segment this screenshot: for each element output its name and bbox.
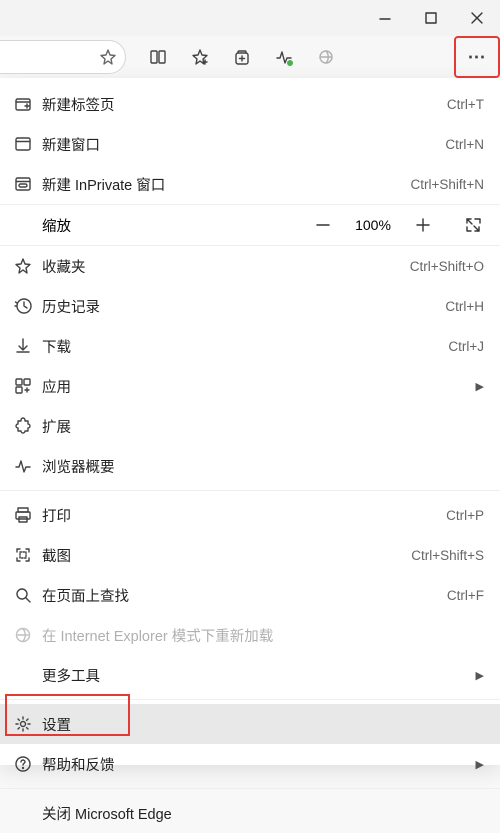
history-label: 历史记录 <box>42 296 445 317</box>
new-inprivate-label: 新建 InPrivate 窗口 <box>42 174 410 195</box>
maximize-icon <box>422 9 440 27</box>
performance-icon <box>275 48 293 66</box>
apps-label: 应用 <box>42 376 468 397</box>
find-shortcut: Ctrl+F <box>447 588 484 603</box>
new-tab-shortcut: Ctrl+T <box>447 97 484 112</box>
downloads-item[interactable]: 下载 Ctrl+J <box>0 326 500 366</box>
plus-icon <box>414 216 432 234</box>
browser-essentials-item[interactable]: 浏览器概要 <box>0 446 500 486</box>
chevron-right-icon: ▶ <box>476 380 484 393</box>
favorites-toolbar-button[interactable] <box>180 39 220 75</box>
gear-icon <box>14 715 32 733</box>
apps-icon <box>14 377 32 395</box>
menu-separator <box>0 490 500 491</box>
new-tab-icon <box>14 95 32 113</box>
favorites-toolbar-icon <box>191 48 209 66</box>
settings-label: 设置 <box>42 714 484 735</box>
split-screen-button[interactable] <box>138 39 178 75</box>
heartbeat-icon <box>14 457 32 475</box>
new-window-icon <box>14 135 32 153</box>
zoom-in-button[interactable] <box>412 214 434 236</box>
settings-item[interactable]: 设置 <box>0 704 500 744</box>
menu-separator <box>0 699 500 700</box>
collections-icon <box>233 48 251 66</box>
history-item[interactable]: 历史记录 Ctrl+H <box>0 286 500 326</box>
close-edge-item[interactable]: 关闭 Microsoft Edge <box>0 793 500 833</box>
screenshot-shortcut: Ctrl+Shift+S <box>411 548 484 563</box>
extensions-item[interactable]: 扩展 <box>0 406 500 446</box>
find-label: 在页面上查找 <box>42 585 447 606</box>
ie-reload-label: 在 Internet Explorer 模式下重新加载 <box>42 625 484 646</box>
find-icon <box>14 586 32 604</box>
more-tools-item[interactable]: 更多工具 ▶ <box>0 655 500 695</box>
help-item[interactable]: 帮助和反馈 ▶ <box>0 744 500 784</box>
minimize-button[interactable] <box>362 0 408 36</box>
new-tab-item[interactable]: 新建标签页 Ctrl+T <box>0 84 500 124</box>
history-icon <box>14 297 32 315</box>
close-window-button[interactable] <box>454 0 500 36</box>
star-icon[interactable] <box>99 48 117 66</box>
new-inprivate-item[interactable]: 新建 InPrivate 窗口 Ctrl+Shift+N <box>0 164 500 204</box>
window-titlebar <box>0 0 500 36</box>
print-label: 打印 <box>42 505 446 526</box>
address-bar[interactable] <box>0 40 126 74</box>
chevron-right-icon: ▶ <box>476 669 484 682</box>
favorites-label: 收藏夹 <box>42 256 410 277</box>
screenshot-icon <box>14 546 32 564</box>
performance-button[interactable] <box>264 39 304 75</box>
browser-toolbar: ⋯ <box>0 36 500 78</box>
new-window-label: 新建窗口 <box>42 134 445 155</box>
menu-separator <box>0 788 500 789</box>
more-tools-label: 更多工具 <box>42 665 468 686</box>
downloads-shortcut: Ctrl+J <box>448 339 484 354</box>
more-icon: ⋯ <box>468 47 487 68</box>
new-inprivate-shortcut: Ctrl+Shift+N <box>410 177 484 192</box>
ie-reload-icon <box>14 626 32 644</box>
find-item[interactable]: 在页面上查找 Ctrl+F <box>0 575 500 615</box>
extensions-icon <box>14 417 32 435</box>
print-item[interactable]: 打印 Ctrl+P <box>0 495 500 535</box>
more-menu-button[interactable]: ⋯ <box>454 36 500 78</box>
print-shortcut: Ctrl+P <box>446 508 484 523</box>
minus-icon <box>314 216 332 234</box>
screenshot-label: 截图 <box>42 545 411 566</box>
screenshot-item[interactable]: 截图 Ctrl+Shift+S <box>0 535 500 575</box>
fullscreen-button[interactable] <box>462 214 484 236</box>
zoom-out-button[interactable] <box>312 214 334 236</box>
browser-essentials-label: 浏览器概要 <box>42 456 484 477</box>
settings-and-more-menu: 新建标签页 Ctrl+T 新建窗口 Ctrl+N 新建 InPrivate 窗口… <box>0 78 500 765</box>
chevron-right-icon: ▶ <box>476 758 484 771</box>
favorites-icon <box>14 257 32 275</box>
close-icon <box>468 9 486 27</box>
zoom-row: 缩放 100% <box>0 204 500 246</box>
print-icon <box>14 506 32 524</box>
help-label: 帮助和反馈 <box>42 754 468 775</box>
favorites-item[interactable]: 收藏夹 Ctrl+Shift+O <box>0 246 500 286</box>
zoom-value: 100% <box>352 217 394 233</box>
downloads-label: 下载 <box>42 336 448 357</box>
history-shortcut: Ctrl+H <box>445 299 484 314</box>
ie-mode-button[interactable] <box>306 39 346 75</box>
maximize-button[interactable] <box>408 0 454 36</box>
new-window-shortcut: Ctrl+N <box>445 137 484 152</box>
downloads-icon <box>14 337 32 355</box>
zoom-label: 缩放 <box>42 215 312 236</box>
fullscreen-icon <box>464 216 482 234</box>
inprivate-icon <box>14 175 32 193</box>
help-icon <box>14 755 32 773</box>
favorites-shortcut: Ctrl+Shift+O <box>410 259 484 274</box>
ie-reload-item: 在 Internet Explorer 模式下重新加载 <box>0 615 500 655</box>
ie-icon <box>317 48 335 66</box>
extensions-label: 扩展 <box>42 416 484 437</box>
split-icon <box>149 48 167 66</box>
collections-button[interactable] <box>222 39 262 75</box>
close-edge-label: 关闭 Microsoft Edge <box>42 803 484 824</box>
minimize-icon <box>376 9 394 27</box>
apps-item[interactable]: 应用 ▶ <box>0 366 500 406</box>
new-window-item[interactable]: 新建窗口 Ctrl+N <box>0 124 500 164</box>
new-tab-label: 新建标签页 <box>42 94 447 115</box>
